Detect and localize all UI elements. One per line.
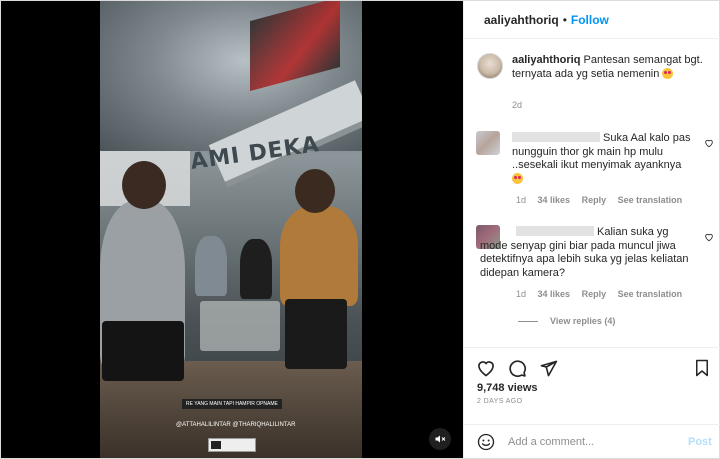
author-username[interactable]: aaliyahthoriq [484,13,559,27]
volume-off-icon [435,435,446,443]
scene-person-head [295,169,335,213]
commenter-avatar[interactable] [476,131,500,155]
scene-bench [200,301,280,351]
caption-time: 2d [512,100,523,110]
heart-icon [478,361,494,377]
comment-icon [509,360,527,378]
post-side-panel: aaliyahthoriq • Follow aaliyahthoriq Pan… [463,1,720,458]
video-player[interactable]: AMI DEKA RE YANG MAIN TAPI HAMPIR OPNAME… [100,1,362,458]
share-button[interactable] [537,357,559,379]
scene-person-shorts [102,321,184,381]
view-replies-button[interactable]: View replies (4) [518,316,615,326]
comment-meta: 1d 34 likes Reply See translation [516,195,691,205]
scene-person [280,206,358,306]
comment-meta: 1d 34 likes Reply See translation [516,289,691,299]
comment-like-heart-icon[interactable] [704,232,714,242]
comments-list[interactable]: aaliyahthoriq Pantesan semangat bgt. ter… [464,39,720,347]
heart-eyes-emoji-icon [662,67,674,79]
like-button[interactable] [475,357,497,379]
comment-time: 1d [516,195,527,205]
emoji-icon[interactable] [477,433,495,451]
replies-line [518,320,538,322]
comment-translate-button[interactable]: See translation [618,289,683,299]
author-avatar[interactable] [477,53,503,79]
video-caption-overlay: RE YANG MAIN TAPI HAMPIR OPNAME [182,399,282,409]
comment-translate-button[interactable]: See translation [618,195,683,205]
mute-button[interactable] [429,428,451,450]
comment-time: 1d [516,289,527,299]
comment-like-heart-icon[interactable] [704,138,714,148]
scene-person [240,239,272,299]
comment-text-line1: Suka Aal kalo pas [603,132,691,144]
caption-username[interactable]: aaliyahthoriq [512,54,580,66]
heart-eyes-emoji-icon [512,172,523,184]
scene-person-head [122,161,166,209]
post-header: aaliyahthoriq • Follow [464,1,720,38]
post-caption: aaliyahthoriq Pantesan semangat bgt. ter… [512,54,708,81]
comment-button[interactable] [506,357,528,379]
header-separator: • [562,12,567,27]
scene-person [195,236,227,296]
video-logo [208,438,256,452]
post-comment-button[interactable]: Post [688,436,712,448]
comments-divider [464,347,720,348]
commenter-username-redacted[interactable] [512,132,600,142]
post-actions [464,355,720,383]
post-date: 2 DAYS AGO [477,398,523,405]
comment-likes[interactable]: 34 likes [538,289,571,299]
comment-composer: Post [464,424,720,458]
comment-reply-button[interactable]: Reply [582,195,607,205]
follow-button[interactable]: Follow [571,13,609,27]
comment-likes[interactable]: 34 likes [538,195,571,205]
share-icon [540,360,557,376]
scene-person-shorts [285,299,347,369]
post-media[interactable]: AMI DEKA RE YANG MAIN TAPI HAMPIR OPNAME… [1,1,463,458]
view-replies-label: View replies (4) [550,316,616,326]
view-count[interactable]: 9,748 views [477,382,538,394]
comment-text-rest: senyap gini biar pada muncul jiwa detekt… [480,239,689,279]
video-mentions-overlay: @ATTAHALILINTAR @THARIQHALILINTAR [176,422,296,428]
comment-reply-button[interactable]: Reply [582,289,607,299]
bookmark-icon [696,359,708,377]
comment-text: Kalian suka yg mode senyap gini biar pad… [480,226,696,280]
commenter-username-redacted[interactable] [516,226,594,236]
save-button[interactable] [691,357,713,379]
comment-input[interactable] [508,433,678,451]
comment-text: Suka Aal kalo pas nungguin thor gk main … [512,132,692,186]
comment-text-rest: nungguin thor gk main hp mulu ..sesekali… [512,145,682,172]
